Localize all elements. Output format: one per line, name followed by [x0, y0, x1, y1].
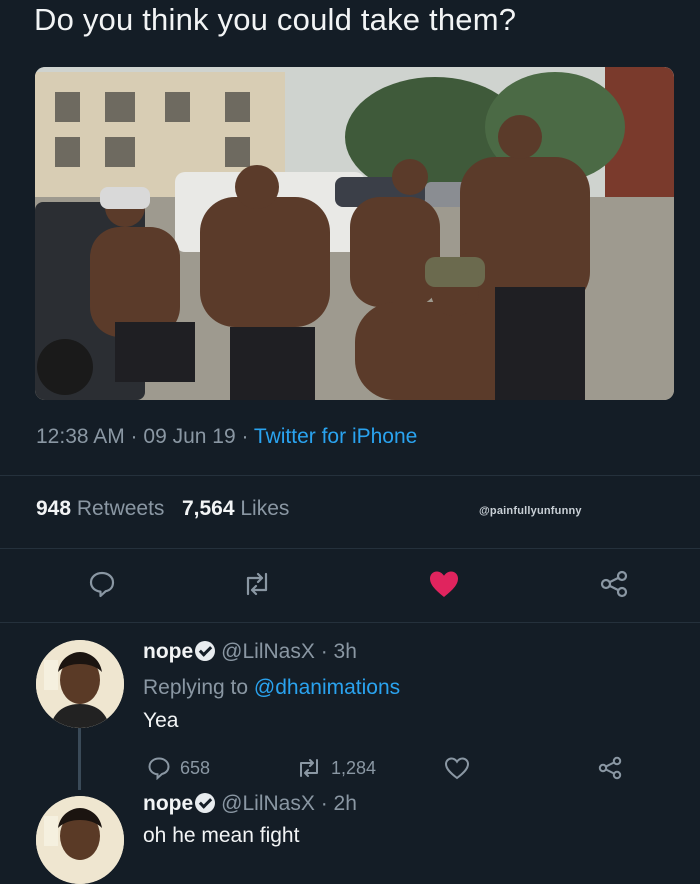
tweet-source-link[interactable]: Twitter for iPhone: [254, 425, 417, 448]
reply-reply-button[interactable]: 658: [146, 756, 210, 780]
reply-display-name[interactable]: nope: [143, 792, 193, 815]
reply-display-name[interactable]: nope: [143, 640, 193, 663]
avatar-image: [36, 640, 124, 728]
share-button[interactable]: [596, 566, 632, 602]
reply-header: nope @LilNasX · 3h: [143, 640, 357, 664]
thread-line: [78, 728, 81, 790]
tweet-timestamp: 12:38 AM · 09 Jun 19 ·: [36, 425, 254, 448]
reply-button[interactable]: [84, 566, 120, 602]
reply-share-button[interactable]: [596, 756, 632, 780]
like-button[interactable]: [426, 566, 462, 602]
watermark: @painfullyunfunny: [479, 505, 582, 517]
avatar[interactable]: [36, 640, 124, 728]
tweet-text: Do you think you could take them?: [34, 2, 517, 37]
retweets-label[interactable]: Retweets: [77, 497, 165, 520]
replying-to: Replying to @dhanimations: [143, 676, 400, 700]
retweets-count[interactable]: 948: [36, 497, 71, 520]
reply-time: · 2h: [320, 792, 357, 815]
reply-like-button[interactable]: [443, 756, 479, 780]
reply-count: 658: [180, 757, 211, 778]
avatar-image: [36, 796, 124, 884]
share-icon: [600, 570, 628, 598]
reply-handle[interactable]: @LilNasX: [221, 640, 315, 663]
retweet-icon: [300, 759, 318, 777]
verified-icon: [195, 641, 216, 661]
replying-prefix: Replying to: [143, 676, 249, 699]
reply-icon: [89, 571, 115, 598]
reply-icon: [148, 757, 170, 780]
reply-handle[interactable]: @LilNasX: [221, 792, 315, 815]
avatar[interactable]: [36, 796, 124, 884]
verified-icon: [195, 793, 216, 813]
reply-header: nope @LilNasX · 2h: [143, 792, 357, 816]
reply-time: · 3h: [320, 640, 357, 663]
likes-count[interactable]: 7,564: [182, 497, 235, 520]
tweet-meta: 12:38 AM · 09 Jun 19 · Twitter for iPhon…: [36, 425, 417, 449]
photo-illustration: [35, 67, 674, 400]
reply-text: Yea: [143, 709, 179, 732]
retweet-count: 1,284: [331, 757, 377, 778]
retweet-button[interactable]: [239, 566, 275, 602]
divider: [0, 548, 700, 549]
divider: [0, 622, 700, 623]
likes-label[interactable]: Likes: [240, 497, 289, 520]
reply-retweet-button[interactable]: 1,284: [295, 756, 376, 780]
retweet-icon: [246, 572, 268, 596]
divider: [0, 475, 700, 476]
share-icon: [598, 756, 622, 780]
heart-icon: [430, 571, 458, 597]
reply-text: oh he mean fight: [143, 824, 300, 847]
replying-mention[interactable]: @dhanimations: [254, 676, 400, 699]
tweet-photo[interactable]: [35, 67, 674, 400]
heart-icon: [444, 757, 470, 780]
tweet-stats: 948 Retweets 7,564 Likes: [36, 497, 289, 521]
